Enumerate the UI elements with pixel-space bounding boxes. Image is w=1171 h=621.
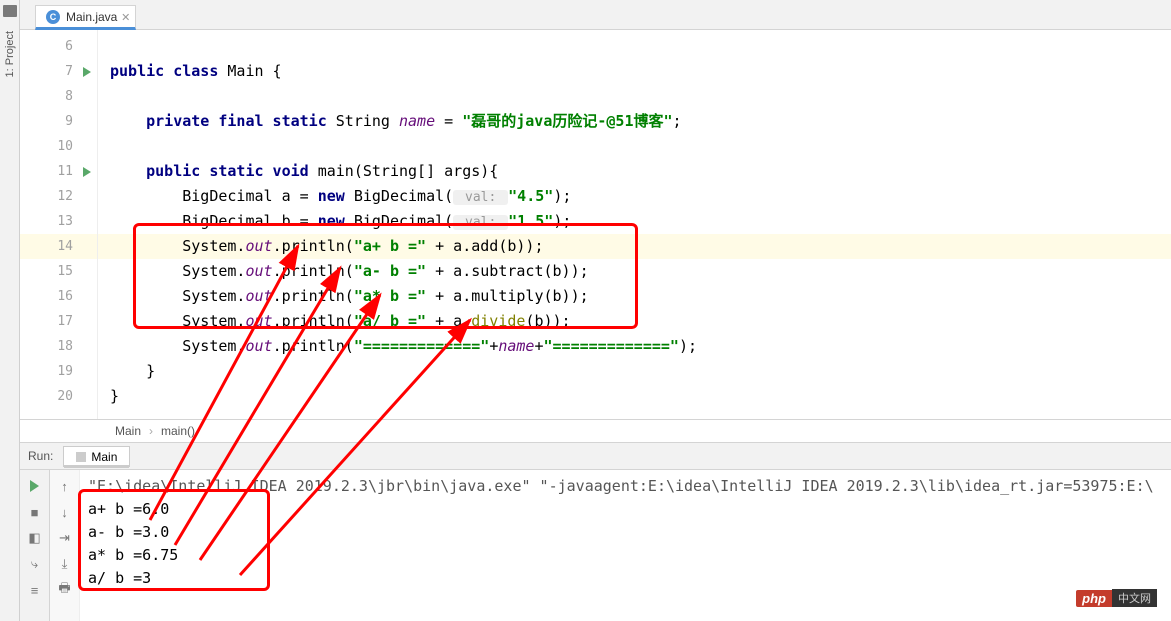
- console-line: a- b =3.0: [88, 521, 1163, 544]
- code-line: private final static String name = "磊哥的j…: [98, 109, 1171, 134]
- down-icon[interactable]: ↓: [57, 504, 73, 520]
- up-icon[interactable]: ↑: [57, 478, 73, 494]
- code-line: System.out.println("a- b =" + a.subtract…: [98, 259, 1171, 284]
- code-line: System.out.println("============="+name+…: [98, 334, 1171, 359]
- run-panel-title: Run:: [28, 449, 53, 463]
- code-line: [98, 134, 1171, 159]
- code-line: }: [98, 359, 1171, 384]
- breadcrumb: Main › main(): [20, 419, 1171, 443]
- app-icon: [76, 452, 86, 462]
- project-icon: [3, 5, 17, 17]
- code-line: [98, 34, 1171, 59]
- line-number: 12: [20, 184, 97, 209]
- line-number: 17: [20, 309, 97, 334]
- console-output[interactable]: "E:\idea\IntelliJ IDEA 2019.2.3\jbr\bin\…: [80, 470, 1171, 621]
- run-tool-window: Run: Main ■ ◧ ⤷ ≡ ↑ ↓ ⇥ ⤓: [20, 443, 1171, 621]
- scroll-icon[interactable]: ⤓: [57, 556, 73, 572]
- exit-button[interactable]: ⤷: [27, 556, 43, 572]
- tool-window-bar[interactable]: 1: Project: [0, 0, 20, 621]
- editor-tabs: C Main.java ✕: [20, 0, 1171, 30]
- line-number: 19: [20, 359, 97, 384]
- code-content[interactable]: public class Main { private final static…: [98, 30, 1171, 419]
- code-line: public static void main(String[] args){: [98, 159, 1171, 184]
- breadcrumb-item[interactable]: Main: [115, 424, 141, 438]
- stop-button[interactable]: ■: [27, 504, 43, 520]
- line-number: 10: [20, 134, 97, 159]
- console-line: a* b =6.75: [88, 544, 1163, 567]
- trash-button[interactable]: ≡: [27, 582, 43, 598]
- line-gutter: 6 7 8 9 10 11 12 13 14 15 16 17 18 19 20: [20, 30, 98, 419]
- run-gutter-icon[interactable]: [83, 67, 91, 77]
- code-line: BigDecimal b = new BigDecimal( val: "1.5…: [98, 209, 1171, 234]
- code-line: }: [98, 384, 1171, 409]
- line-number: 11: [20, 159, 97, 184]
- line-number: 9: [20, 109, 97, 134]
- run-config-name: Main: [91, 450, 117, 464]
- chevron-right-icon: ›: [149, 424, 153, 438]
- watermark: php 中文网: [1076, 589, 1157, 607]
- java-class-icon: C: [46, 10, 60, 24]
- line-number: 6: [20, 34, 97, 59]
- line-number: 20: [20, 384, 97, 409]
- code-line: System.out.println("a* b =" + a.multiply…: [98, 284, 1171, 309]
- line-number: 16: [20, 284, 97, 309]
- line-number: 18: [20, 334, 97, 359]
- run-gutter-icon[interactable]: [83, 167, 91, 177]
- code-line: System.out.println("a+ b =" + a.add(b));: [98, 234, 1171, 259]
- close-icon[interactable]: ✕: [121, 11, 130, 24]
- code-line: BigDecimal a = new BigDecimal( val: "4.5…: [98, 184, 1171, 209]
- console-line: "E:\idea\IntelliJ IDEA 2019.2.3\jbr\bin\…: [88, 475, 1163, 498]
- breadcrumb-item[interactable]: main(): [161, 424, 195, 438]
- code-line: [98, 84, 1171, 109]
- dump-button[interactable]: ◧: [27, 530, 43, 546]
- file-tab-main[interactable]: C Main.java ✕: [35, 5, 136, 30]
- console-line: a/ b =3: [88, 567, 1163, 590]
- line-number: 14: [20, 234, 97, 259]
- run-toolbar-secondary: ↑ ↓ ⇥ ⤓ 🖶: [50, 470, 80, 621]
- project-tool-label[interactable]: 1: Project: [4, 31, 16, 77]
- code-line: public class Main {: [98, 59, 1171, 84]
- rerun-button[interactable]: [27, 478, 43, 494]
- line-number: 15: [20, 259, 97, 284]
- line-number: 7: [20, 59, 97, 84]
- line-number: 13: [20, 209, 97, 234]
- code-editor[interactable]: 6 7 8 9 10 11 12 13 14 15 16 17 18 19 20…: [20, 30, 1171, 419]
- run-toolbar-primary: ■ ◧ ⤷ ≡: [20, 470, 50, 621]
- wrap-icon[interactable]: ⇥: [57, 530, 73, 546]
- run-config-tab[interactable]: Main: [63, 446, 130, 467]
- line-number: 8: [20, 84, 97, 109]
- code-line: System.out.println("a/ b =" + a.divide(b…: [98, 309, 1171, 334]
- file-tab-label: Main.java: [66, 10, 117, 24]
- print-icon[interactable]: 🖶: [57, 582, 73, 598]
- console-line: a+ b =6.0: [88, 498, 1163, 521]
